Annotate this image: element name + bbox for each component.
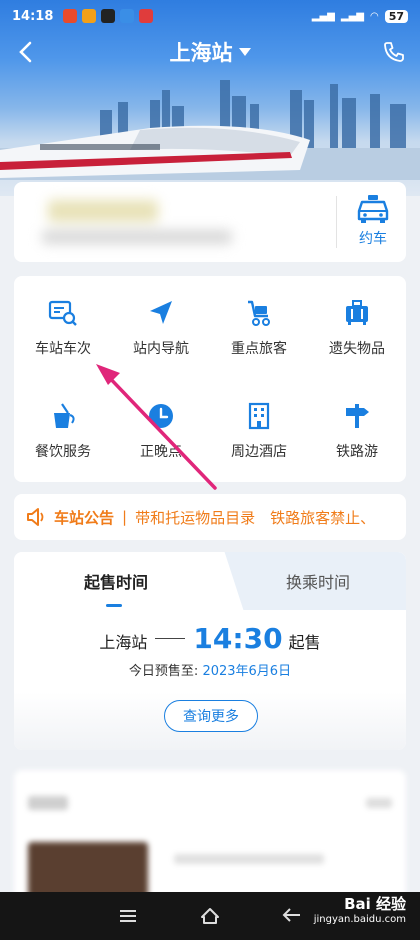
phone-icon [384, 42, 404, 62]
service-label: 铁路游 [336, 443, 378, 460]
service-label: 遗失物品 [329, 340, 385, 357]
signpost-icon [346, 403, 369, 428]
station-selector[interactable]: 上海站 [170, 37, 251, 67]
taxi-button[interactable]: 约车 [344, 194, 402, 252]
service-lost-items[interactable]: 遗失物品 [308, 276, 406, 379]
watermark: Bai 经验 jingyan.baidu.com [314, 896, 406, 928]
divider [336, 196, 337, 248]
presale-time-card: 换乘时间 起售时间 上海站 14:30 起售 今日预售至: 2023年6月6日 … [14, 552, 406, 750]
status-app-icons [63, 9, 154, 23]
presale-label: 今日预售至: [128, 664, 199, 679]
watermark-url: jingyan.baidu.com [313, 914, 406, 925]
service-indoor-navigation[interactable]: 站内导航 [112, 276, 210, 379]
speaker-icon [27, 508, 44, 526]
service-label: 周边酒店 [231, 443, 287, 460]
status-time: 14:18 [12, 8, 54, 24]
service-rail-travel[interactable]: 铁路游 [308, 379, 406, 482]
presale-date: 2023年6月6日 [202, 664, 292, 679]
station-name: 上海站 [99, 633, 148, 652]
service-nearby-hotels[interactable]: 周边酒店 [210, 379, 308, 482]
chevron-left-icon [19, 41, 32, 63]
tab-label: 起售时间 [83, 573, 148, 592]
hotel-building-icon [248, 402, 270, 429]
service-label: 车站车次 [35, 340, 91, 357]
tab-indicator [106, 604, 122, 607]
back-icon[interactable] [281, 905, 303, 927]
wheelchair-icon [248, 300, 270, 326]
service-label: 站内导航 [133, 340, 189, 357]
sale-time-row: 上海站 14:30 起售 [14, 622, 406, 655]
notice-separator: | [122, 508, 128, 526]
navigation-arrow-icon [150, 300, 172, 324]
services-grid-card: 车站车次 站内导航 重点旅客 遗失物品 餐饮服务 正晚点 周边酒店 铁路游 [14, 276, 406, 482]
service-label: 餐饮服务 [35, 443, 91, 460]
sale-time: 14:30 [193, 622, 283, 655]
signal-icon: ▂▄▆ [311, 10, 335, 22]
caret-down-icon [238, 48, 251, 56]
tab-label: 换乘时间 [285, 573, 350, 592]
notice-title: 车站公告 [54, 508, 115, 527]
status-indicators: ▂▄▆ ▂▄▆ ◠ 57 [311, 9, 408, 23]
drink-cup-icon [54, 402, 75, 428]
app-notification-icon [139, 9, 154, 23]
luggage-icon [346, 299, 368, 325]
phone-button[interactable] [378, 36, 410, 68]
sale-suffix: 起售 [288, 633, 321, 652]
service-priority-passengers[interactable]: 重点旅客 [210, 276, 308, 379]
services-grid: 车站车次 站内导航 重点旅客 遗失物品 餐饮服务 正晚点 周边酒店 铁路游 [14, 276, 406, 482]
presale-date-row: 今日预售至: 2023年6月6日 [14, 660, 406, 679]
page-title: 上海站 [169, 41, 233, 65]
menu-icon[interactable] [117, 905, 139, 927]
service-label: 正晚点 [140, 443, 182, 460]
battery-icon: 57 [384, 9, 408, 23]
query-more-button[interactable]: 查询更多 [164, 700, 258, 732]
station-notice-bar[interactable]: 车站公告 | 带和托运物品目录 铁路旅客禁止、 [14, 494, 406, 540]
service-label: 重点旅客 [231, 340, 287, 357]
taxi-label: 约车 [359, 231, 387, 247]
taxi-icon [357, 195, 389, 223]
blurred-info [32, 192, 252, 252]
app-notification-icon [63, 9, 78, 23]
tab-sale-time[interactable]: 起售时间 [14, 552, 218, 610]
service-station-trains[interactable]: 车站车次 [14, 276, 112, 379]
service-dining[interactable]: 餐饮服务 [14, 379, 112, 482]
station-header-banner: 14:18 ▂▄▆ ▂▄▆ ◠ 57 上海站 [0, 0, 420, 196]
weather-info-card: 约车 [14, 182, 406, 262]
recommendation-card [14, 770, 406, 900]
presale-tabs: 换乘时间 起售时间 [14, 552, 406, 610]
notice-text: 带和托运物品目录 铁路旅客禁止、 [135, 508, 376, 527]
app-notification-icon [120, 9, 135, 23]
watermark-brand: Bai 经验 [344, 895, 406, 913]
status-bar: 14:18 ▂▄▆ ▂▄▆ ◠ 57 [0, 0, 420, 32]
dash-line [155, 638, 186, 639]
home-icon[interactable] [199, 905, 221, 927]
wifi-icon: ◠ [369, 10, 379, 22]
service-delay-status[interactable]: 正晚点 [112, 379, 210, 482]
clock-icon [149, 403, 173, 428]
signal-icon: ▂▄▆ [340, 10, 364, 22]
back-button[interactable] [10, 36, 42, 68]
app-notification-icon [101, 9, 116, 23]
train-search-icon [48, 300, 77, 326]
city-skyline-train-image [0, 80, 420, 180]
app-notification-icon [82, 9, 97, 23]
nav-bar: 上海站 [0, 32, 420, 72]
